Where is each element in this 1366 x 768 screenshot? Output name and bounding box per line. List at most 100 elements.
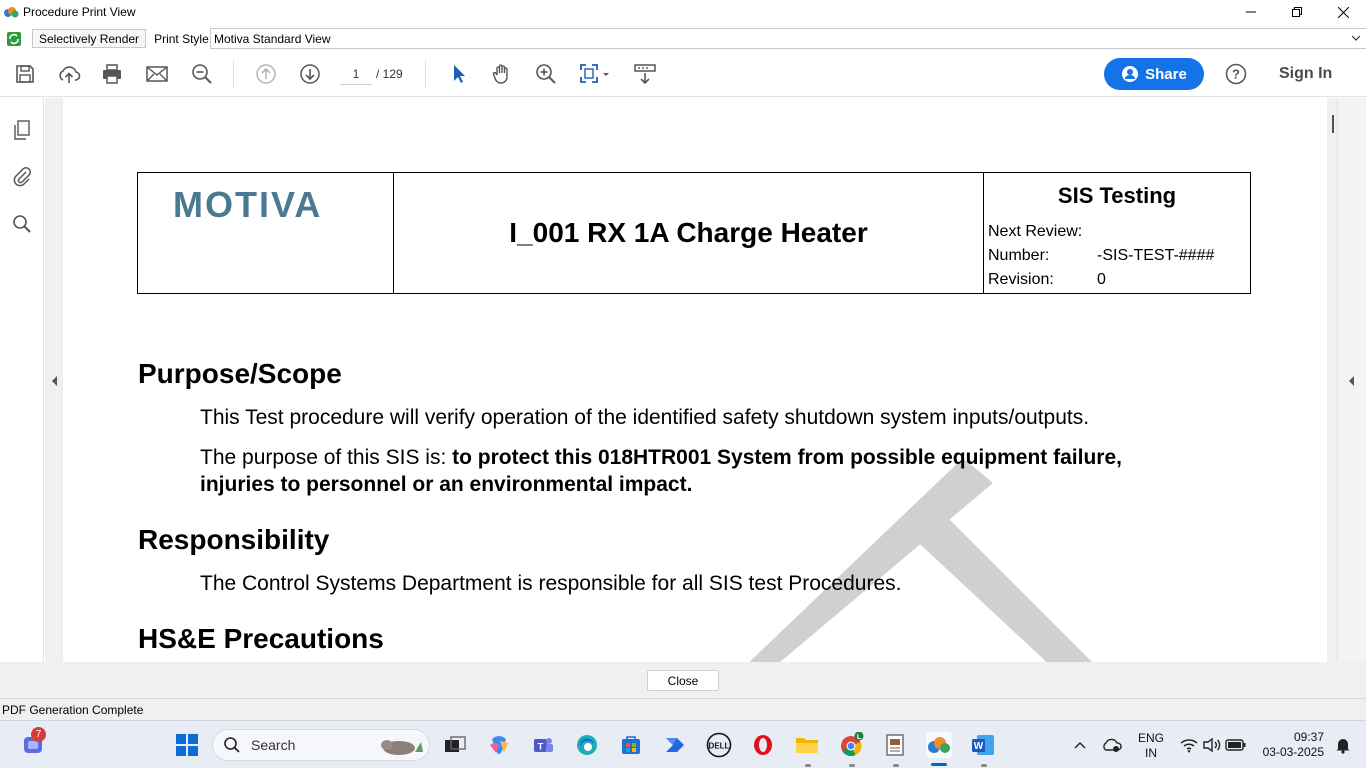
revision-label: Revision: [988,271,1054,288]
taskbar-app-chrome[interactable]: L [838,732,864,758]
procedure-title: I_001 RX 1A Charge Heater [394,173,984,293]
dialog-footer: Close [0,662,1366,698]
print-button[interactable] [100,62,124,86]
taskbar-app-edge[interactable] [574,732,600,758]
taskbar-app-taskview[interactable] [442,732,468,758]
upload-button[interactable] [57,62,81,86]
close-window-button[interactable] [1320,0,1366,24]
chevron-down-icon [1351,35,1361,41]
email-button[interactable] [145,62,169,86]
close-button[interactable]: Close [647,670,719,691]
running-indicator [849,764,855,767]
clock[interactable]: 09:37 03-03-2025 [1258,730,1324,760]
purpose-p2-bold-1: to protect this 018HTR001 System from po… [452,446,1122,469]
taskbar-app-teams[interactable]: T [530,732,556,758]
svg-text:L: L [857,734,862,741]
purpose-paragraph-1: This Test procedure will verify operatio… [200,406,1090,429]
attachments-panel-button[interactable] [10,164,34,188]
dell-icon: DELL [706,732,732,758]
minimize-button[interactable] [1228,0,1274,24]
pages-panel-button[interactable] [10,118,34,142]
svg-text:MOTIVA: MOTIVA [173,184,322,223]
windows-taskbar: 7 Search T DELL L W ENG IN 09:37 03-03-2… [0,720,1366,768]
store-icon [622,736,640,754]
maximize-button[interactable] [1274,0,1320,24]
notification-center-button[interactable] [1330,732,1356,758]
number-label: Number: [988,247,1050,264]
purpose-heading: Purpose/Scope [138,358,342,389]
page-fit-dropdown[interactable] [578,62,614,86]
procedure-app-icon [928,737,950,753]
taskbar-app-dell[interactable]: DELL [706,732,732,758]
status-text: PDF Generation Complete [2,702,144,717]
page-fit-icon [580,64,609,83]
selectively-render-button[interactable]: Selectively Render [32,29,147,48]
hse-heading: HS&E Precautions [138,623,384,654]
battery-tray-button[interactable] [1223,732,1249,758]
edge-icon [577,735,597,755]
print-icon [103,64,121,84]
page-number-input[interactable]: 1 [340,63,372,85]
region-code: IN [1145,746,1157,760]
taskbar-app-powerautomate[interactable] [662,732,688,758]
task-view-icon [445,736,466,752]
volume-tray-button[interactable] [1199,732,1225,758]
document-viewport[interactable]: MOTIVA I_001 RX 1A Charge Heater SIS Tes… [45,98,1337,662]
taskbar-app-word[interactable]: W [970,732,996,758]
help-button[interactable]: ? [1224,62,1248,86]
taskbar-app-copilot[interactable] [486,732,512,758]
running-indicator [981,764,987,767]
refresh-icon[interactable] [6,31,22,47]
number-value: -SIS-TEST-#### [1097,247,1215,264]
search-panel-button[interactable] [10,212,34,236]
svg-text:W: W [974,741,984,752]
zoom-in-button[interactable] [534,62,558,86]
print-style-select[interactable]: Motiva Standard View [210,28,1366,49]
svg-text:DELL: DELL [709,742,730,751]
share-button[interactable]: Share [1104,58,1204,90]
next-page-button[interactable] [298,62,322,86]
copilot-icon [490,736,508,754]
chevron-up-icon [1074,742,1086,749]
start-button[interactable] [174,732,200,758]
taskbar-app-opera[interactable] [750,732,776,758]
taskbar-app-explorer[interactable] [794,732,820,758]
taskbar-app-notepad[interactable] [882,732,908,758]
zoom-in-icon [536,64,556,84]
scroll-mode-button[interactable] [633,62,657,86]
opera-icon [754,735,772,755]
clock-date: 03-03-2025 [1262,745,1324,759]
hand-tool-button[interactable] [490,62,514,86]
search-highlight-icon [381,740,423,755]
expand-right-panel-icon[interactable] [1347,375,1355,387]
battery-icon [1225,739,1246,751]
previous-page-button[interactable] [254,62,278,86]
running-indicator [893,764,899,767]
taskbar-app-procedure-viewer[interactable] [926,732,952,758]
speaker-icon [1203,737,1221,753]
minimize-icon [1246,11,1256,13]
taskbar-search[interactable]: Search [212,729,430,761]
onedrive-tray-button[interactable] [1099,732,1125,758]
print-style-value: Motiva Standard View [214,31,331,46]
save-button[interactable] [13,62,37,86]
app-icon [4,7,19,18]
cloud-sync-icon [1103,738,1122,752]
chrome-icon: L [841,732,864,757]
sign-in-link[interactable]: Sign In [1279,65,1332,83]
mail-icon [146,66,168,82]
motiva-logo: MOTIVA [173,184,322,223]
language-indicator[interactable]: ENG IN [1138,731,1164,761]
pdf-toolbar: 1 / 129 Share ? Sign In [0,50,1366,97]
left-nav-panel [0,98,44,662]
zoom-out-button[interactable] [190,62,214,86]
save-icon [16,65,34,83]
folder-icon [796,738,818,753]
scrollbar-thumb[interactable] [1332,115,1334,133]
scroll-mode-icon [634,64,656,85]
taskbar-app-store[interactable] [618,732,644,758]
select-tool-button[interactable] [446,62,470,86]
collapse-left-panel-icon[interactable] [50,375,58,387]
show-hidden-icons-button[interactable] [1067,732,1093,758]
cloud-upload-icon [59,66,81,83]
